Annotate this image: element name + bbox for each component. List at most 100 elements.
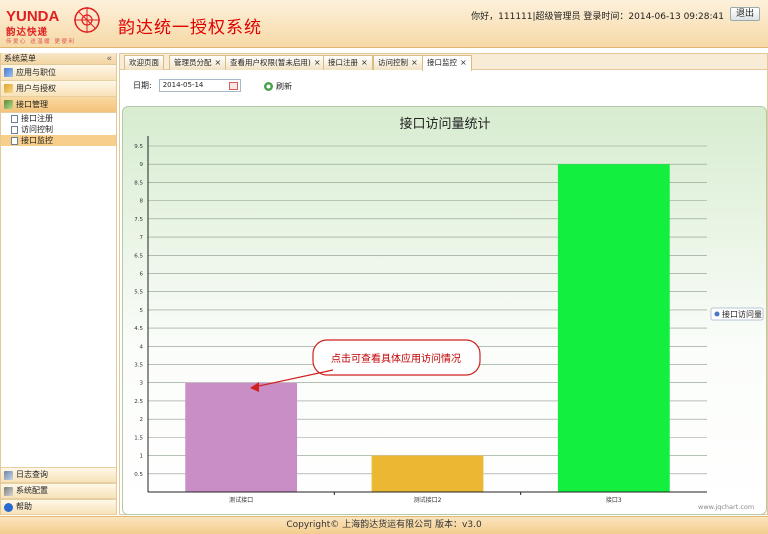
document-icon: [11, 114, 18, 123]
date-input[interactable]: 2014-05-14: [158, 79, 241, 92]
chart-container: 接口访问量统计 0.5 1 1.5 2 2.5 3 3.5 4 4.5 5 5.5 6 6.5 7 7.5 8…: [122, 106, 767, 515]
tab-welcome[interactable]: 欢迎页面: [124, 55, 164, 70]
x-tick-label: 测试接口2: [414, 496, 442, 504]
date-value: 2014-05-14: [162, 81, 204, 89]
bar[interactable]: [185, 382, 298, 492]
y-tick-label: 7: [140, 235, 144, 241]
sidebar-item-label: 访问控制: [21, 125, 53, 134]
sidebar-group-users[interactable]: 用户与授权: [1, 81, 116, 97]
footer: Copyright© 上海韵达货运有限公司 版本：v3.0: [0, 516, 768, 534]
sidebar-group-interfaces[interactable]: 接口管理: [1, 97, 116, 113]
legend-marker: [714, 311, 720, 317]
logo-text-cn: 韵达快递: [6, 27, 49, 38]
y-tick-label: 3.5: [134, 363, 143, 369]
tab-admin-assign[interactable]: 管理员分配 ×: [169, 55, 227, 70]
copyright-text: Copyright© 上海韵达货运有限公司 版本：v3.0: [286, 520, 482, 530]
tab-label: 管理员分配: [174, 58, 212, 67]
tab-access-control[interactable]: 访问控制 ×: [373, 55, 423, 70]
app-title: 韵达统一授权系统: [118, 18, 262, 38]
sidebar-group-label: 系统配置: [16, 486, 48, 495]
refresh-label: 刷新: [276, 82, 292, 91]
apps-icon: [4, 68, 13, 77]
y-tick-label: 9.5: [134, 144, 143, 150]
sidebar-group-help[interactable]: 帮助: [1, 499, 116, 515]
x-tick-label: 接口3: [606, 496, 622, 504]
sidebar-item-label: 接口注册: [21, 114, 53, 123]
sidebar-item-access-control[interactable]: 访问控制: [1, 124, 116, 135]
y-tick-label: 4: [140, 344, 144, 350]
tab-label: 访问控制: [378, 58, 408, 67]
logout-button[interactable]: 退出: [730, 7, 760, 21]
sidebar-bottom-groups: 日志查询 系统配置 帮助: [1, 467, 116, 515]
y-tick-label: 2.5: [134, 399, 143, 405]
refresh-icon: [264, 82, 273, 91]
chart-legend: 接口访问量: [710, 307, 764, 321]
close-tab-icon[interactable]: ×: [215, 58, 222, 67]
y-tick-label: 7.5: [134, 217, 143, 223]
y-tick-label: 6.5: [134, 253, 143, 259]
help-icon: [4, 502, 13, 512]
sidebar: 系统菜单 « 应用与职位 用户与授权 接口管理 接口注册 访问控制 接口监控 日…: [0, 53, 117, 515]
bar[interactable]: [371, 455, 484, 492]
tab-view-permissions[interactable]: 查看用户权限(暂未启用) ×: [225, 55, 326, 70]
tab-bar: 欢迎页面 管理员分配 × 查看用户权限(暂未启用) × 接口注册 × 访问控制 × 接口…: [120, 54, 767, 71]
calendar-icon[interactable]: [228, 82, 238, 90]
chart-title: 接口访问量统计: [399, 116, 490, 132]
date-filter: 日期: 2014-05-14: [133, 79, 241, 92]
sidebar-group-logs[interactable]: 日志查询: [1, 467, 116, 483]
sidebar-group-label: 用户与授权: [16, 83, 56, 93]
sidebar-group-config[interactable]: 系统配置: [1, 483, 116, 499]
legend-label: 接口访问量: [722, 309, 762, 319]
config-icon: [4, 486, 13, 496]
y-tick-label: 1: [140, 454, 144, 460]
x-tick-label: 测试接口: [229, 496, 253, 504]
y-tick-label: 1.5: [134, 435, 143, 441]
bar-chart[interactable]: 接口访问量统计 0.5 1 1.5 2 2.5 3 3.5 4 4.5 5 5.5 6 6.5 7 7.5 8…: [123, 107, 767, 515]
yunda-logo: YUNDA 韵达快递 传爱心 送温暖 更便利: [6, 5, 112, 45]
sidebar-item-register[interactable]: 接口注册: [1, 113, 116, 124]
log-icon: [4, 470, 13, 480]
users-icon: [4, 84, 13, 93]
sidebar-group-label: 接口管理: [16, 99, 48, 109]
document-icon: [11, 136, 18, 145]
user-login-info: 你好，111111|超级管理员 登录时间：2014-06-13 09:28:41: [471, 12, 724, 22]
logo-slogan: 传爱心 送温暖 更便利: [6, 39, 76, 45]
sidebar-item-label: 接口监控: [21, 136, 53, 145]
y-tick-label: 5: [140, 308, 144, 314]
bar[interactable]: [557, 164, 670, 493]
tab-register[interactable]: 接口注册 ×: [323, 55, 373, 70]
tab-label: 查看用户权限(暂未启用): [230, 58, 311, 67]
date-label: 日期:: [133, 81, 152, 90]
document-icon: [11, 125, 18, 134]
sidebar-group-apps[interactable]: 应用与职位: [1, 65, 116, 81]
y-tick-label: 9: [140, 162, 144, 168]
tab-label: 接口注册: [328, 58, 358, 67]
sidebar-title: 系统菜单: [4, 54, 36, 63]
logo-text: YUNDA: [6, 8, 60, 25]
y-tick-label: 0.5: [134, 472, 143, 478]
tab-label: 欢迎页面: [129, 58, 159, 67]
close-tab-icon[interactable]: ×: [361, 58, 368, 67]
sidebar-item-monitor[interactable]: 接口监控: [1, 135, 116, 146]
y-tick-label: 5.5: [134, 290, 143, 296]
interfaces-icon: [4, 100, 13, 109]
y-tick-label: 4.5: [134, 326, 143, 332]
tab-monitor[interactable]: 接口监控 ×: [422, 55, 472, 71]
close-tab-icon[interactable]: ×: [314, 58, 321, 67]
close-tab-icon[interactable]: ×: [460, 58, 467, 67]
y-tick-label: 8.5: [134, 180, 143, 186]
sidebar-group-label: 日志查询: [16, 470, 48, 479]
main-content: 欢迎页面 管理员分配 × 查看用户权限(暂未启用) × 接口注册 × 访问控制 × 接口…: [119, 53, 768, 515]
chart-watermark: www.jqchart.com: [698, 503, 754, 511]
sidebar-group-label: 应用与职位: [16, 67, 56, 77]
callout-text: 点击可查看具体应用访问情况: [331, 352, 461, 365]
close-tab-icon[interactable]: ×: [411, 58, 418, 67]
collapse-sidebar-icon[interactable]: «: [106, 53, 112, 65]
y-tick-label: 2: [140, 417, 144, 423]
y-tick-label: 8: [140, 199, 144, 205]
y-tick-label: 3: [140, 381, 144, 387]
app-header: YUNDA 韵达快递 传爱心 送温暖 更便利 韵达统一授权系统 你好，11111…: [0, 0, 768, 48]
y-tick-label: 6: [140, 271, 144, 277]
tab-label: 接口监控: [427, 58, 457, 67]
refresh-button[interactable]: 刷新: [264, 81, 292, 92]
